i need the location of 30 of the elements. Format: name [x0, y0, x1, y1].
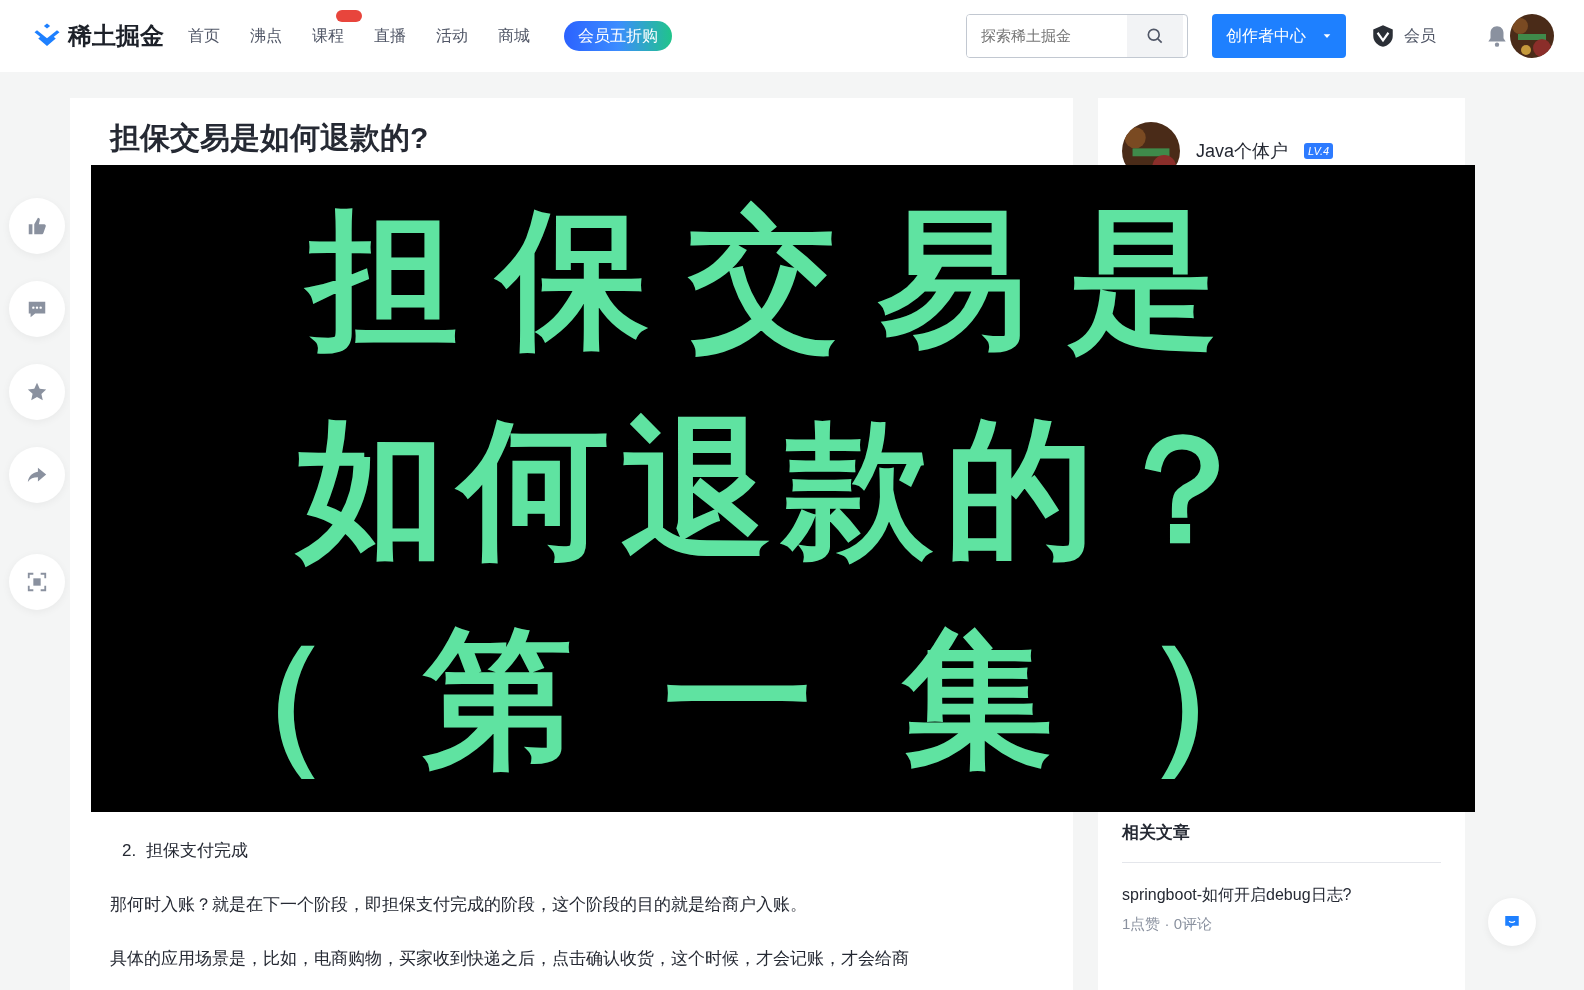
nav-link[interactable]: 商城 — [498, 27, 530, 44]
nav-link[interactable]: 直播 — [374, 27, 406, 44]
nav-link[interactable]: 沸点 — [250, 27, 282, 44]
search-button[interactable] — [1127, 15, 1183, 57]
paragraph: 那何时入账？就是在下一个阶段，即担保支付完成的阶段，这个阶段的目的就是给商户入账。 — [110, 893, 808, 916]
level-badge: LV.4 — [1304, 142, 1334, 160]
shield-icon[interactable] — [1370, 23, 1396, 49]
section-heading: 相关文章 — [1122, 820, 1441, 863]
caret-icon — [1322, 31, 1332, 41]
search-icon — [1145, 26, 1165, 46]
related-article-link[interactable]: springboot-如何开启debug日志? — [1122, 882, 1441, 907]
list-item: 2. 担保支付完成 — [121, 840, 249, 862]
screenshot-icon — [26, 571, 48, 593]
chat-icon — [1503, 913, 1521, 931]
member-link[interactable]: 会员 — [1404, 24, 1436, 48]
search-field[interactable]: 探索稀土掘金 — [966, 14, 1188, 58]
overlay-title: 如何退款的？ — [297, 403, 1269, 575]
overlay-title: （第一集） — [183, 613, 1383, 785]
chat-button[interactable] — [1488, 898, 1536, 946]
article-title: 担保交易是如何退款的? — [110, 120, 430, 156]
nav-link[interactable]: 课程 — [312, 27, 344, 44]
logo-text[interactable]: 稀土掘金 — [68, 18, 164, 54]
author-name[interactable]: Java个体户 — [1196, 137, 1289, 165]
nav-link[interactable]: 活动 — [436, 27, 468, 44]
star-icon — [26, 381, 48, 403]
nav-link[interactable]: 首页 — [188, 27, 220, 44]
creator-center-button[interactable]: 创作者中心 — [1212, 14, 1346, 58]
article-stats: 1点赞 · 0评论 — [1122, 913, 1213, 934]
paragraph: 具体的应用场景是，比如，电商购物，买家收到快递之后，点击确认收货，这个时候，才会记账，才会给商 — [110, 947, 910, 970]
thumbs-up-icon — [26, 215, 48, 237]
